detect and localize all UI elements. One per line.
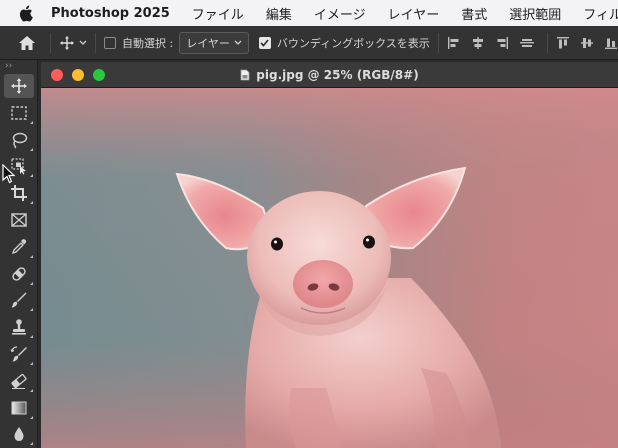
lasso-icon bbox=[12, 132, 28, 149]
checkmark-icon bbox=[260, 38, 269, 47]
tool-flyout-indicator bbox=[30, 254, 33, 258]
tool-flyout-indicator bbox=[30, 120, 33, 124]
distribute-icon[interactable] bbox=[519, 36, 535, 50]
tool-flyout-indicator bbox=[30, 442, 33, 446]
menu-select[interactable]: 選択範囲 bbox=[509, 4, 561, 23]
history-brush-icon bbox=[10, 346, 27, 362]
divider bbox=[437, 32, 439, 53]
collapse-panel-icon[interactable]: ›› bbox=[0, 60, 37, 72]
healing-brush-tool[interactable] bbox=[4, 262, 34, 286]
mouse-pointer-icon bbox=[2, 164, 16, 184]
rectangular-marquee-icon bbox=[11, 106, 27, 120]
gradient-icon bbox=[11, 401, 27, 415]
document-title-bar[interactable]: pig.jpg @ 25% (RGB/8#) bbox=[41, 62, 618, 88]
crop-tool[interactable] bbox=[4, 181, 34, 205]
menu-edit[interactable]: 編集 bbox=[266, 4, 292, 23]
tool-flyout-indicator bbox=[30, 147, 33, 151]
frame-tool[interactable] bbox=[4, 208, 34, 232]
blur-tool[interactable] bbox=[4, 422, 34, 446]
eraser-icon bbox=[11, 373, 27, 389]
lasso-tool[interactable] bbox=[4, 128, 34, 152]
frame-icon bbox=[11, 213, 27, 227]
menu-file[interactable]: ファイル bbox=[192, 4, 244, 23]
divider bbox=[50, 32, 51, 53]
align-left-edges-icon[interactable] bbox=[447, 36, 461, 50]
clone-stamp-tool[interactable] bbox=[4, 315, 34, 339]
align-top-edges-icon[interactable] bbox=[556, 36, 570, 50]
align-right-edges-icon[interactable] bbox=[495, 36, 509, 50]
stamp-icon bbox=[12, 319, 26, 335]
eyedropper-tool[interactable] bbox=[4, 235, 34, 259]
history-brush-tool[interactable] bbox=[4, 342, 34, 366]
options-bar: 自動選択 : レイヤー バウンディングボックスを表示 bbox=[0, 26, 618, 60]
align-horizontal-centers-icon[interactable] bbox=[471, 36, 485, 50]
eraser-tool[interactable] bbox=[4, 369, 34, 393]
document-title: pig.jpg @ 25% (RGB/8#) bbox=[41, 68, 618, 82]
menu-filter[interactable]: フィルター bbox=[583, 4, 618, 23]
align-vertical-centers-icon[interactable] bbox=[580, 36, 594, 50]
tool-flyout-indicator bbox=[30, 174, 33, 178]
chevron-down-icon bbox=[234, 40, 242, 45]
menu-bar: Photoshop 2025 ファイル 編集 イメージ レイヤー 書式 選択範囲… bbox=[0, 0, 618, 26]
move-tool-preset-icon[interactable] bbox=[59, 35, 87, 51]
menu-layer[interactable]: レイヤー bbox=[388, 4, 440, 23]
file-icon bbox=[240, 69, 250, 80]
tool-flyout-indicator bbox=[30, 415, 33, 419]
marquee-tool[interactable] bbox=[4, 101, 34, 125]
align-bottom-edges-icon[interactable] bbox=[604, 36, 618, 50]
move-icon bbox=[11, 78, 27, 94]
show-bounding-box-label: バウンディングボックスを表示 bbox=[276, 36, 430, 50]
gradient-tool[interactable] bbox=[4, 396, 34, 420]
auto-select-target-value: レイヤー bbox=[186, 36, 230, 50]
tools-panel: ›› bbox=[0, 60, 38, 448]
bandage-icon bbox=[12, 266, 26, 281]
divider bbox=[546, 32, 548, 53]
brush-icon bbox=[11, 292, 27, 308]
home-icon[interactable] bbox=[18, 35, 36, 51]
document-title-text: pig.jpg @ 25% (RGB/8#) bbox=[256, 67, 419, 82]
auto-select-checkbox[interactable] bbox=[104, 36, 116, 49]
auto-select-target-dropdown[interactable]: レイヤー bbox=[179, 31, 249, 54]
pig-photo bbox=[41, 88, 618, 448]
tool-flyout-indicator bbox=[30, 281, 33, 285]
tool-flyout-indicator bbox=[30, 361, 33, 365]
tool-flyout-indicator bbox=[30, 201, 33, 205]
brush-tool[interactable] bbox=[4, 288, 34, 312]
apple-icon[interactable] bbox=[18, 3, 33, 23]
crop-icon bbox=[11, 185, 27, 202]
tool-flyout-indicator bbox=[30, 308, 33, 312]
divider bbox=[95, 32, 96, 53]
document-window: pig.jpg @ 25% (RGB/8#) bbox=[41, 62, 618, 448]
menu-app-name[interactable]: Photoshop 2025 bbox=[51, 6, 170, 21]
eyedropper-icon bbox=[11, 238, 27, 254]
menu-type[interactable]: 書式 bbox=[461, 4, 487, 23]
tool-flyout-indicator bbox=[30, 388, 33, 392]
move-tool[interactable] bbox=[4, 74, 34, 98]
tool-flyout-indicator bbox=[30, 335, 33, 339]
document-canvas[interactable] bbox=[41, 88, 618, 448]
menu-image[interactable]: イメージ bbox=[314, 4, 366, 23]
show-bounding-box-checkbox[interactable] bbox=[258, 36, 271, 49]
water-drop-icon bbox=[14, 427, 24, 442]
auto-select-label: 自動選択 : bbox=[122, 36, 174, 50]
